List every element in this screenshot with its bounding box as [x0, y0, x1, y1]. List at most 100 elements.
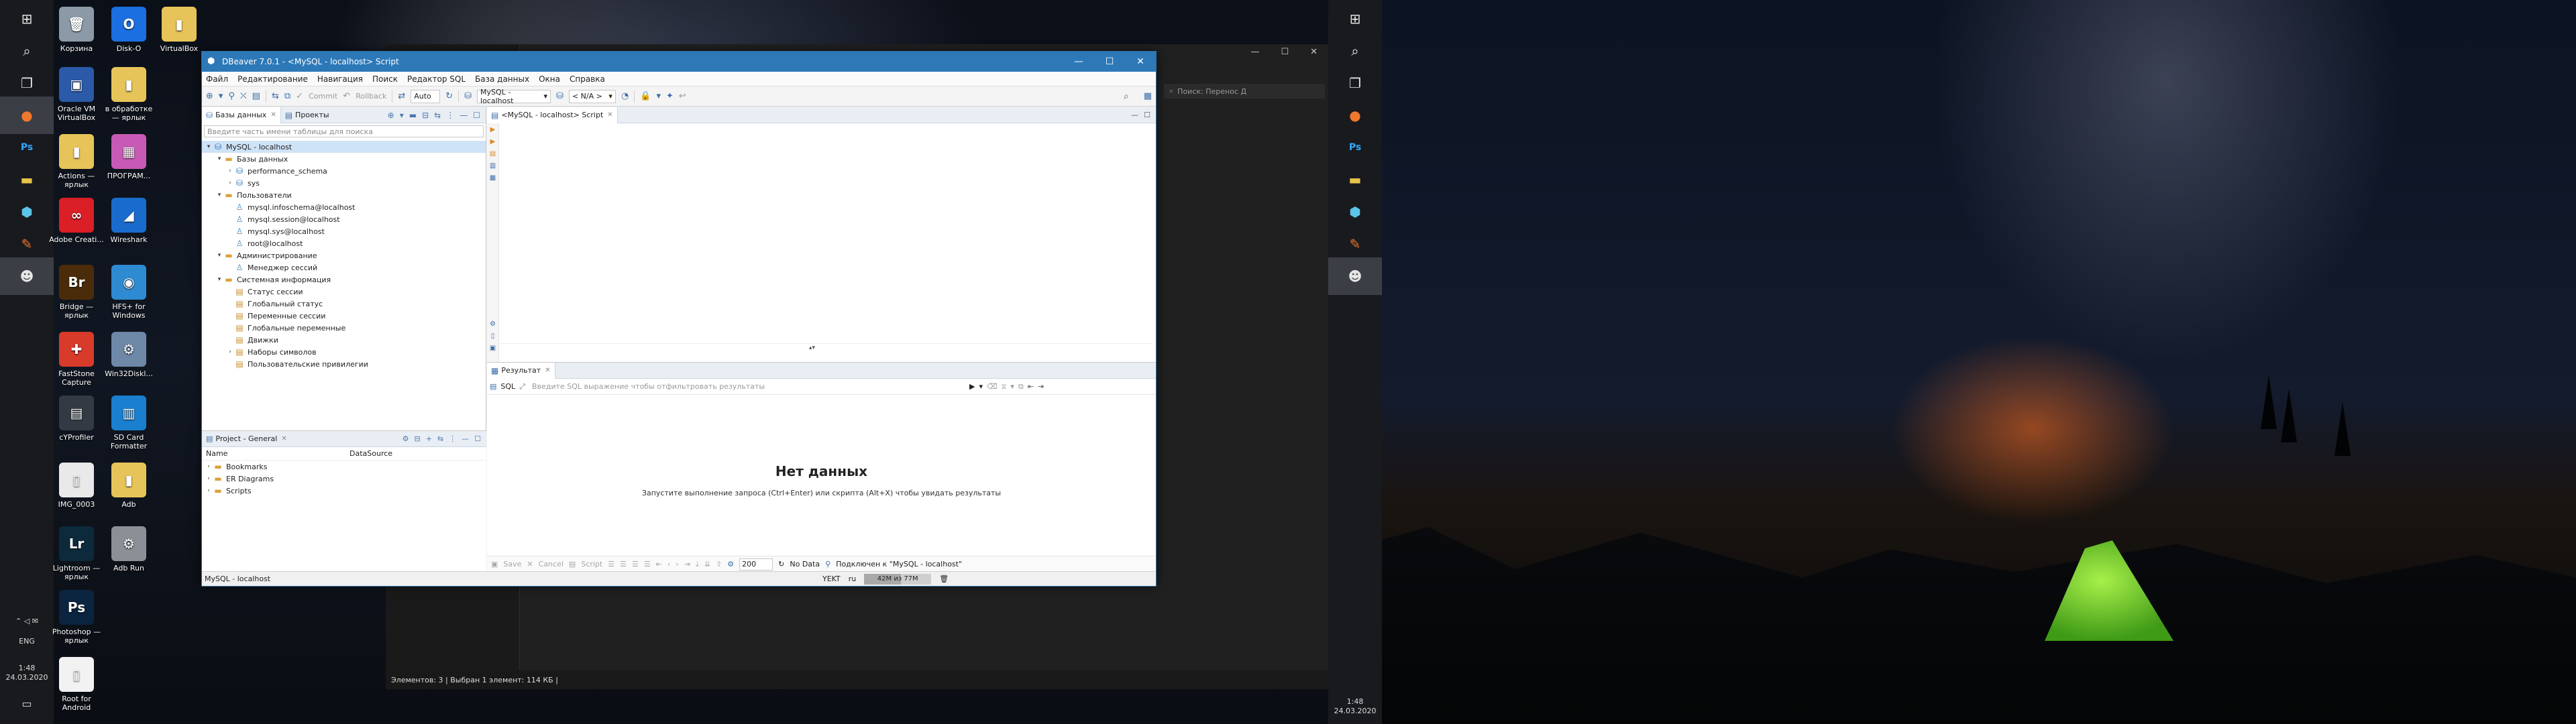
tree-node[interactable]: › ⛁ sys — [202, 177, 486, 189]
cancel-button[interactable]: Cancel — [539, 560, 564, 568]
save-button[interactable]: Save — [503, 560, 521, 568]
chevron-down-icon[interactable]: ▾ — [215, 156, 223, 162]
tree-node[interactable]: ▾ ▬ Базы данных — [202, 153, 486, 165]
chevron-right-icon[interactable]: › — [226, 168, 234, 174]
filter-panels-icon[interactable]: ⧉ — [1018, 382, 1024, 391]
erase-filter-icon[interactable]: ⌫ — [987, 382, 998, 391]
chevron-right-icon[interactable]: › — [226, 180, 234, 186]
tree-node[interactable]: ▤ Пользовательские привилегии — [202, 358, 486, 370]
close-tab-icon[interactable]: ✕ — [545, 367, 550, 374]
close-icon[interactable]: ✕ — [1125, 52, 1156, 72]
commit-icon[interactable]: ✓ — [296, 91, 303, 101]
memory-usage-bar[interactable]: 42M из 77M — [864, 573, 932, 585]
next-page-icon[interactable]: › — [676, 560, 678, 568]
disconnect-icon[interactable]: ⛌ — [240, 91, 247, 101]
link-editor-icon[interactable]: ⇆ — [434, 111, 441, 120]
filter-history-icon[interactable]: ▾ — [979, 382, 983, 391]
desktop-icon[interactable]: ▮ Actions — ярлык — [48, 134, 105, 189]
project-item[interactable]: › ▬ Bookmarks — [202, 461, 486, 473]
tree-node[interactable]: ▤ Глобальные переменные — [202, 322, 486, 334]
collapse-all-icon[interactable]: ⊟ — [422, 111, 429, 120]
new-connection-icon[interactable]: ⊕ — [388, 111, 394, 120]
desktop-icon[interactable]: ⚙ Win32Diskl... — [101, 332, 157, 378]
tree-node[interactable]: ♙ Менеджер сессий — [202, 261, 486, 274]
tree-node[interactable]: ♙ mysql.sys@localhost — [202, 225, 486, 237]
collapse-icon[interactable]: ⊟ — [414, 434, 420, 443]
tab-projects[interactable]: ▤ Проекты — [281, 107, 333, 123]
column-name[interactable]: Name — [202, 449, 350, 458]
chevron-down-icon[interactable]: ▾ — [215, 192, 223, 198]
transaction-mode-combo[interactable]: Auto — [411, 89, 441, 103]
connect-icon[interactable]: ⚲ — [228, 91, 235, 101]
transaction-mode-icon[interactable]: ⇄ — [398, 91, 405, 101]
desktop-icon[interactable]: ▣ Oracle VM VirtualBox — [48, 67, 105, 122]
close-tab-icon[interactable]: ✕ — [607, 111, 612, 119]
minimize-icon[interactable]: — — [1063, 52, 1094, 72]
new-connection-icon[interactable]: ⊕ — [206, 91, 213, 101]
execute-plan-icon[interactable]: ◔ — [621, 91, 629, 101]
chevron-down-icon[interactable]: ▾ — [215, 276, 223, 283]
back-icon[interactable]: ⇤ — [1028, 382, 1034, 391]
tray-date[interactable]: 24.03.2020 — [1328, 707, 1382, 715]
chevron-right-icon[interactable]: › — [205, 475, 213, 482]
menu-search[interactable]: Поиск — [372, 74, 398, 84]
maximize-panel-icon[interactable]: ☐ — [1144, 111, 1150, 119]
notifications-icon[interactable]: ▭ — [0, 697, 54, 710]
desktop-icon[interactable]: ◉ HFS+ for Windows — [101, 265, 157, 320]
edit-row-icon[interactable]: ☰ — [608, 560, 614, 568]
desktop-icon[interactable]: ✚ FastStone Capture — [48, 332, 105, 387]
load-script-icon[interactable]: ▦ — [487, 174, 498, 186]
active-datasource-combo[interactable]: MySQL - localhost ▾ — [477, 88, 551, 105]
last-page-icon[interactable]: ⇥ — [684, 560, 690, 568]
desktop-icon[interactable]: ▤ cYProfiler — [48, 396, 105, 442]
menu-navigate[interactable]: Навигация — [317, 74, 363, 84]
desktop-icon[interactable]: ◢ Wireshark — [101, 198, 157, 244]
desktop-icon[interactable]: ▮ VirtualBox — [151, 7, 207, 53]
tree-node[interactable]: ▤ Статус сессии — [202, 286, 486, 298]
show-results-icon[interactable]: ▣ — [487, 345, 498, 357]
desktop-icon[interactable]: ▮ в обработке — ярлык — [101, 67, 157, 122]
settings-icon[interactable]: ⚙ — [402, 434, 409, 443]
chevron-right-icon[interactable]: › — [205, 463, 213, 470]
active-schema-combo[interactable]: < N/A > ▾ — [568, 89, 616, 103]
chevron-right-icon[interactable]: › — [205, 487, 213, 494]
tools-dropdown-icon[interactable]: ▾ — [656, 91, 661, 101]
desktop-icon[interactable]: ▥ SD Card Formatter — [101, 396, 157, 450]
desktop-icon[interactable]: ▮ Adb — [101, 463, 157, 509]
sql-text-area[interactable] — [499, 123, 1156, 343]
tab-results[interactable]: ▦ Результат ✕ — [487, 362, 555, 379]
close-icon[interactable]: ✕ — [1310, 47, 1318, 57]
tree-node[interactable]: ▾ ⛁ MySQL - localhost — [202, 141, 486, 153]
save-icon[interactable]: ▣ — [491, 560, 498, 568]
copy-row-icon[interactable]: ☰ — [632, 560, 639, 568]
cancel-icon[interactable]: ✕ — [527, 560, 533, 568]
forward-icon[interactable]: ⇥ — [1038, 382, 1044, 391]
chevron-down-icon[interactable]: ▾ — [205, 143, 213, 150]
minimize-panel-icon[interactable]: — — [1131, 111, 1138, 119]
desktop-icon[interactable]: Br Bridge — ярлык — [48, 265, 105, 320]
refresh-icon[interactable]: ↻ — [445, 91, 453, 101]
tree-node[interactable]: ▤ Переменные сессии — [202, 310, 486, 322]
menu-database[interactable]: База данных — [475, 74, 529, 84]
tray-time[interactable]: 1:48 — [0, 664, 54, 672]
desktop-icon[interactable]: O Disk-O — [101, 7, 157, 53]
project-item[interactable]: › ▬ Scripts — [202, 485, 486, 497]
add-row-icon[interactable]: ☰ — [620, 560, 627, 568]
folder-icon[interactable]: ▬ — [409, 111, 417, 120]
close-tab-icon[interactable]: ✕ — [281, 435, 286, 442]
desktop-icon[interactable]: Ps Photoshop — ярлык — [48, 590, 105, 645]
menu-sql-editor[interactable]: Редактор SQL — [407, 74, 466, 84]
refresh-icon[interactable]: ↻ — [778, 560, 784, 568]
filter-dropdown-icon[interactable]: ▾ — [1010, 382, 1014, 391]
tree-node[interactable]: › ▤ Наборы символов — [202, 346, 486, 358]
project-title[interactable]: Project - General — [215, 434, 277, 443]
tree-node[interactable]: ▤ Движки — [202, 334, 486, 346]
tray-icons[interactable]: ⌃ ◁ ✉ — [0, 617, 54, 625]
title-bar[interactable]: ⬢ DBeaver 7.0.1 - <MySQL - localhost> Sc… — [202, 52, 1156, 72]
transaction-icon[interactable]: ⧉ — [284, 91, 290, 101]
first-page-icon[interactable]: ⇤ — [656, 560, 662, 568]
fetch-all-icon[interactable]: ⇊ — [704, 560, 710, 568]
settings-icon[interactable]: ⚙ — [727, 560, 734, 568]
tree-node[interactable]: ▾ ▬ Пользователи — [202, 189, 486, 201]
tree-node[interactable]: ♙ mysql.session@localhost — [202, 213, 486, 225]
